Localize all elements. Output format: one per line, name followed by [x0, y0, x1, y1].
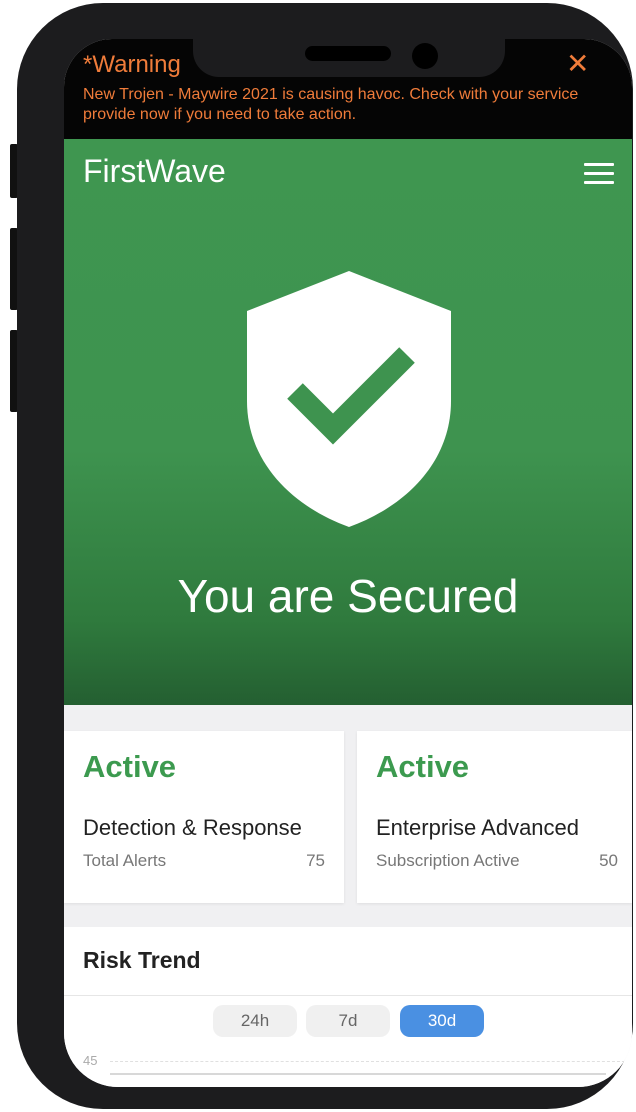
app-screen: *Warning New Trojen - Maywire 2021 is ca… [64, 39, 632, 1087]
front-camera [412, 43, 438, 69]
card-meta-value: 50 [599, 851, 618, 870]
close-icon[interactable]: ✕ [566, 47, 589, 80]
warning-title: *Warning [83, 51, 181, 78]
warning-message: New Trojen - Maywire 2021 is causing hav… [83, 86, 579, 123]
home-indicator[interactable] [110, 1073, 606, 1075]
hamburger-menu-icon[interactable] [584, 163, 614, 185]
range-tab-7d[interactable]: 7d [306, 1005, 390, 1037]
card-detection-response[interactable]: Active Detection & Response Total Alerts… [64, 731, 344, 903]
card-meta-value: 75 [306, 851, 325, 870]
phone-notch [193, 37, 505, 77]
divider [64, 995, 632, 996]
risk-trend-title: Risk Trend [83, 947, 201, 973]
phone-frame: *Warning New Trojen - Maywire 2021 is ca… [17, 3, 633, 1109]
security-status-title: You are Secured [177, 570, 519, 622]
app-brand: FirstWave [83, 153, 226, 189]
security-status-hero: FirstWave You are Secured [64, 139, 632, 705]
y-axis-label: 45 [83, 1053, 98, 1068]
card-status: Active [376, 749, 470, 784]
speaker-grille [305, 46, 391, 61]
card-meta-label: Subscription Active [376, 851, 520, 870]
range-tab-30d[interactable]: 30d [400, 1005, 484, 1037]
chart-gridline [110, 1061, 630, 1062]
shield-check-icon [247, 271, 451, 527]
card-enterprise-advanced[interactable]: Active Enterprise Advanced Subscription … [357, 731, 632, 903]
risk-trend-section: Risk Trend 24h 7d 30d 45 [64, 927, 632, 1087]
card-title: Enterprise Advanced [376, 815, 580, 840]
range-tab-24h[interactable]: 24h [213, 1005, 297, 1037]
card-meta-label: Total Alerts [83, 851, 167, 870]
card-status: Active [83, 749, 177, 784]
card-title: Detection & Response [83, 815, 302, 840]
